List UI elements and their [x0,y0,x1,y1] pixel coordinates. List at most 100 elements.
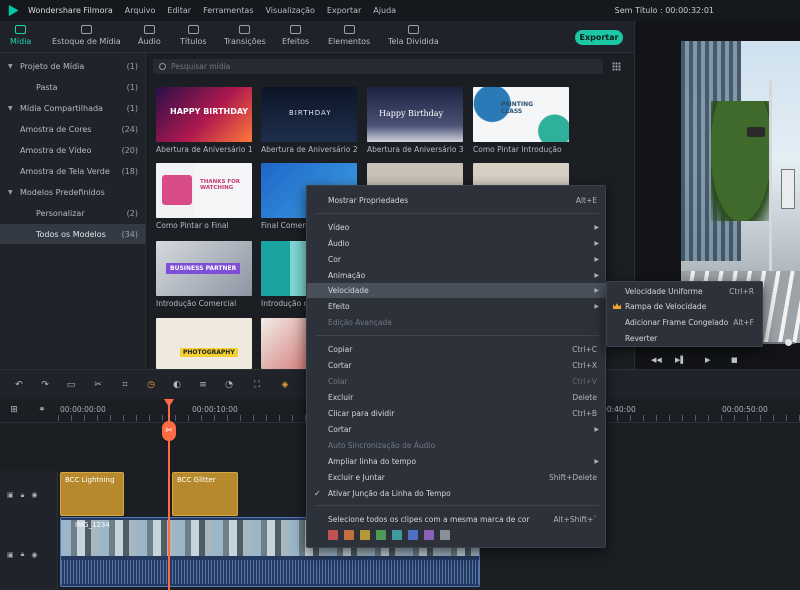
context-menu: Mostrar Propriedades Alt+E Vídeo ▶ Áudio ▶ … [306,185,607,548]
duration-icon[interactable]: ◔ [224,380,234,390]
tab-audio[interactable]: Áudio [138,25,161,51]
split-screen-icon [407,25,419,34]
menu-visualizacao[interactable]: Visualização [266,6,315,15]
crop-icon[interactable]: ⌗ [120,380,130,390]
grid-view-icon[interactable] [612,62,621,71]
expand-arrow-icon[interactable]: ▼ [8,63,20,70]
menu-item-animacao[interactable]: Animação ▶ [307,268,607,283]
menu-item-clicar-para-dividir[interactable]: Clicar para dividir Ctrl+B [307,406,607,421]
menu-item-copiar[interactable]: Copiar Ctrl+C [307,342,607,357]
menu-item-video[interactable]: Vídeo ▶ [307,220,607,235]
expand-arrow-icon[interactable]: ▼ [8,189,20,196]
effect-clip-bcc-glitter[interactable]: BCC Glitter [172,472,238,516]
color-mark-red[interactable] [328,530,338,540]
color-mark-purple[interactable] [424,530,434,540]
tab-titulos[interactable]: Títulos [180,25,207,51]
link-icon[interactable]: ⚭ [37,405,47,415]
submenu-arrow-icon: ▶ [594,224,599,231]
menu-exportar[interactable]: Exportar [327,6,361,15]
submenu-item-reverter[interactable]: Reverter [607,331,764,346]
tab-transicoes[interactable]: Transições [224,25,266,51]
tab-estoque-de-midia[interactable]: Estoque de Mídia [52,25,121,51]
menu-item-ampliar-linha-do-tempo[interactable]: Ampliar linha do tempo ▶ [307,454,607,469]
media-item[interactable]: PHOTOGRAPHY [156,318,252,372]
speed-icon[interactable]: ◷ [146,380,156,390]
tab-midia[interactable]: Mídia [10,25,31,51]
menu-item-mostrar-propriedades[interactable]: Mostrar Propriedades Alt+E [307,193,607,208]
sidebar-item-modelos-predefinidos[interactable]: ▼ Modelos Predefinidos [0,182,146,202]
color-mark-yellow[interactable] [360,530,370,540]
previous-frame-icon[interactable]: ◀◀ [651,356,662,364]
expand-arrow-icon[interactable]: ▼ [8,105,20,112]
redo-icon[interactable]: ↷ [40,380,50,390]
menu-item-efeito[interactable]: Efeito ▶ [307,299,607,314]
media-item[interactable]: Happy Birthday Abertura de Aniversário 3 [367,87,463,154]
undo-icon[interactable]: ↶ [14,380,24,390]
audio-mixer-icon[interactable]: ≡ [198,380,208,390]
submenu-item-frame-congelado[interactable]: Adicionar Frame Congelado Alt+F [607,315,764,330]
keyframe-icon[interactable]: ◈ [280,380,290,390]
sidebar-item-amostra-de-cores[interactable]: Amostra de Cores (24) [0,119,146,139]
scissors-icon[interactable]: ✂ [93,380,103,390]
playhead-scissors-icon[interactable]: ✂ [162,421,176,441]
color-mark-green[interactable] [376,530,386,540]
template-thumbnail: Happy Birthday [367,87,463,142]
sidebar-item-todos-os-modelos[interactable]: Todos os Modelos (34) [0,224,146,244]
menu-item-cor[interactable]: Cor ▶ [307,252,607,267]
sidebar-item-midia-compartilhada[interactable]: ▼ Mídia Compartilhada (1) [0,98,146,118]
tab-elementos[interactable]: Elementos [328,25,370,51]
template-thumbnail: PHOTOGRAPHY [156,318,252,369]
menu-ajuda[interactable]: Ajuda [373,6,396,15]
checkmark-icon: ✓ [314,489,321,498]
sidebar-item-personalizar[interactable]: Personalizar (2) [0,203,146,223]
stop-icon[interactable]: ■ [731,356,738,364]
template-thumbnail: THANKS FOR WATCHING [156,163,252,218]
menu-arquivo[interactable]: Arquivo [125,6,156,15]
sidebar-item-amostra-de-tela-verde[interactable]: Amostra de Tela Verde (18) [0,161,146,181]
export-button[interactable]: Exportar [575,30,623,45]
sidebar-item-pasta[interactable]: Pasta (1) [0,77,146,97]
template-thumbnail: PAINTING CLASS [473,87,569,142]
volume-slider-handle[interactable] [785,339,792,346]
color-mark-teal[interactable] [392,530,402,540]
menu-editar[interactable]: Editar [167,6,191,15]
eye-icon[interactable]: ◉ [31,491,37,499]
color-icon[interactable]: ◐ [172,380,182,390]
sidebar-item-projeto-de-midia[interactable]: ▼ Projeto de Mídia (1) [0,56,146,76]
search-input[interactable] [171,62,571,71]
lock-icon[interactable]: 🔒︎ [21,491,25,500]
track-visibility-icon[interactable]: ▣ [7,491,14,499]
step-back-icon[interactable]: ▶▌ [675,356,686,364]
menu-item-cortar[interactable]: Cortar Ctrl+X [307,358,607,373]
color-mark-blue[interactable] [408,530,418,540]
menu-item-audio[interactable]: Áudio ▶ [307,236,607,251]
menu-item-velocidade[interactable]: Velocidade ▶ [307,283,607,298]
media-item[interactable]: HAPPY BIRTHDAY Abertura de Aniversário 1 [156,87,252,154]
media-item[interactable]: PAINTING CLASS Como Pintar Introdução [473,87,569,154]
menu-item-excluir[interactable]: Excluir Delete [307,390,607,405]
submenu-item-rampa-de-velocidade[interactable]: Rampa de Velocidade [607,299,764,314]
sidebar-item-amostra-de-video[interactable]: Amostra de Vídeo (20) [0,140,146,160]
menu-item-cortar-submenu[interactable]: Cortar ▶ [307,422,607,437]
menu-item-selecionar-mesma-cor[interactable]: Selecione todos os clipes com a mesma ma… [307,512,607,527]
color-mark-gray[interactable] [440,530,450,540]
tab-tela-dividida[interactable]: Tela Dividida [388,25,439,51]
menu-item-ativar-juncao[interactable]: ✓ Ativar Junção da Linha do Tempo [307,486,607,501]
delete-icon[interactable]: ▭ [66,380,76,390]
eye-icon[interactable]: ◉ [31,551,37,559]
fullscreen-icon[interactable]: ⛶ [252,380,262,390]
add-track-icon[interactable]: ⊞ [9,405,19,415]
lock-icon[interactable]: 🔒︎ [21,550,25,559]
search-bar[interactable] [153,59,603,74]
play-icon[interactable]: ▶ [705,356,710,364]
menu-item-excluir-e-juntar[interactable]: Excluir e Juntar Shift+Delete [307,470,607,485]
media-item[interactable]: BUSINESS PARTNER Introdução Comercial [156,241,252,308]
color-mark-orange[interactable] [344,530,354,540]
media-item[interactable]: THANKS FOR WATCHING Como Pintar o Final [156,163,252,230]
media-item[interactable]: BIRTHDAY Abertura de Aniversário 2 [261,87,357,154]
effect-clip-bcc-lightning[interactable]: BCC Lightning [60,472,124,516]
track-visibility-icon[interactable]: ▣ [7,551,14,559]
submenu-item-velocidade-uniforme[interactable]: Velocidade Uniforme Ctrl+R [607,284,764,299]
tab-efeitos[interactable]: Efeitos [282,25,309,51]
menu-ferramentas[interactable]: Ferramentas [203,6,253,15]
